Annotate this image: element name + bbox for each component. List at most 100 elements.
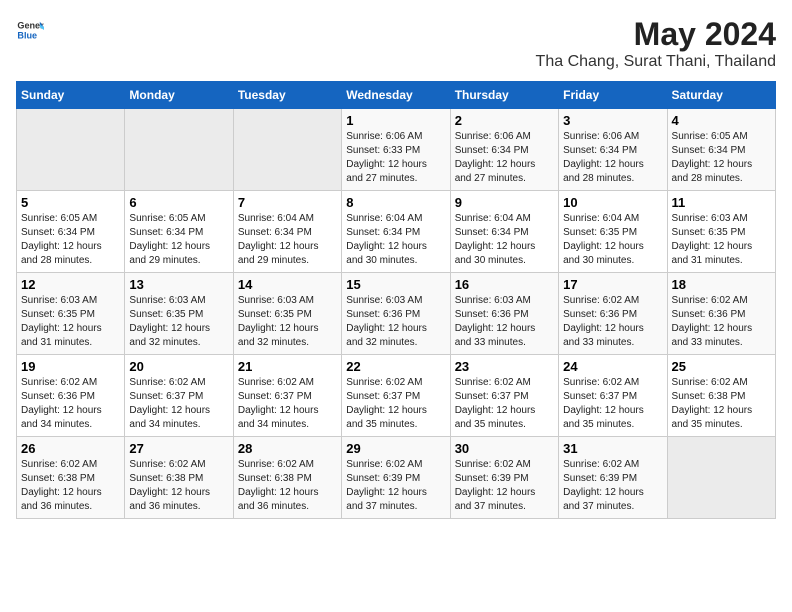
day-number: 9 — [455, 195, 554, 210]
day-cell: 28 Sunrise: 6:02 AM Sunset: 6:38 PM Dayli… — [233, 437, 341, 519]
day-header-sunday: Sunday — [17, 82, 125, 109]
title-section: May 2024 Tha Chang, Surat Thani, Thailan… — [536, 16, 776, 71]
calendar-table: SundayMondayTuesdayWednesdayThursdayFrid… — [16, 81, 776, 519]
day-number: 18 — [672, 277, 771, 292]
day-header-saturday: Saturday — [667, 82, 775, 109]
day-cell: 13 Sunrise: 6:03 AM Sunset: 6:35 PM Dayli… — [125, 273, 233, 355]
day-cell: 21 Sunrise: 6:02 AM Sunset: 6:37 PM Dayli… — [233, 355, 341, 437]
day-info: Sunrise: 6:02 AM Sunset: 6:36 PM Dayligh… — [672, 294, 771, 350]
day-cell — [667, 437, 775, 519]
day-number: 14 — [238, 277, 337, 292]
day-cell: 3 Sunrise: 6:06 AM Sunset: 6:34 PM Daylig… — [559, 109, 667, 191]
day-info: Sunrise: 6:06 AM Sunset: 6:33 PM Dayligh… — [346, 130, 445, 186]
day-number: 30 — [455, 441, 554, 456]
day-number: 31 — [563, 441, 662, 456]
day-cell: 9 Sunrise: 6:04 AM Sunset: 6:34 PM Daylig… — [450, 191, 558, 273]
subtitle: Tha Chang, Surat Thani, Thailand — [536, 53, 776, 71]
day-info: Sunrise: 6:04 AM Sunset: 6:34 PM Dayligh… — [346, 212, 445, 268]
day-cell: 12Sunrise: 6:03 AM Sunset: 6:35 PM Dayli… — [17, 273, 125, 355]
day-cell: 14 Sunrise: 6:03 AM Sunset: 6:35 PM Dayli… — [233, 273, 341, 355]
day-info: Sunrise: 6:06 AM Sunset: 6:34 PM Dayligh… — [455, 130, 554, 186]
day-info: Sunrise: 6:03 AM Sunset: 6:36 PM Dayligh… — [346, 294, 445, 350]
day-header-thursday: Thursday — [450, 82, 558, 109]
day-cell: 11 Sunrise: 6:03 AM Sunset: 6:35 PM Dayli… — [667, 191, 775, 273]
day-number: 8 — [346, 195, 445, 210]
day-cell — [125, 109, 233, 191]
week-row-3: 12 Sunrise: 6:03 AM Sunset: 6:35 PM Dayli… — [17, 273, 776, 355]
day-number: 3 — [563, 113, 662, 128]
day-header-tuesday: Tuesday — [233, 82, 341, 109]
day-info: Sunrise: 6:05 AM Sunset: 6:34 PM Dayligh… — [129, 212, 228, 268]
day-number: 19 — [21, 359, 120, 374]
day-number: 29 — [346, 441, 445, 456]
day-cell: 10 Sunrise: 6:04 AM Sunset: 6:35 PM Dayli… — [559, 191, 667, 273]
day-info: Sunrise: 6:05 AM Sunset: 6:34 PM Dayligh… — [21, 212, 120, 268]
day-cell: 31 Sunrise: 6:02 AM Sunset: 6:39 PM Dayli… — [559, 437, 667, 519]
day-info: Sunrise: 6:02 AM Sunset: 6:36 PM Dayligh… — [563, 294, 662, 350]
day-header-wednesday: Wednesday — [342, 82, 450, 109]
day-number: 6 — [129, 195, 228, 210]
day-number: 24 — [563, 359, 662, 374]
week-row-5: 26 Sunrise: 6:02 AM Sunset: 6:38 PM Dayli… — [17, 437, 776, 519]
day-cell — [17, 109, 125, 191]
header: General Blue May 2024 Tha Chang, Surat T… — [16, 16, 776, 71]
day-info: Sunrise: 6:02 AM Sunset: 6:36 PM Dayligh… — [21, 376, 120, 432]
day-cell: 18 Sunrise: 6:02 AM Sunset: 6:36 PM Dayli… — [667, 273, 775, 355]
day-cell: 25Sunrise: 6:02 AM Sunset: 6:38 PM Dayli… — [667, 355, 775, 437]
day-number: 15 — [346, 277, 445, 292]
day-cell: 4Sunrise: 6:05 AM Sunset: 6:34 PM Daylig… — [667, 109, 775, 191]
day-number: 2 — [455, 113, 554, 128]
day-number: 11 — [672, 195, 771, 210]
day-number: 13 — [129, 277, 228, 292]
day-info: Sunrise: 6:06 AM Sunset: 6:34 PM Dayligh… — [563, 130, 662, 186]
day-cell: 1 Sunrise: 6:06 AM Sunset: 6:33 PM Daylig… — [342, 109, 450, 191]
day-cell: 16 Sunrise: 6:03 AM Sunset: 6:36 PM Dayli… — [450, 273, 558, 355]
day-cell — [233, 109, 341, 191]
day-number: 25 — [672, 359, 771, 374]
day-number: 1 — [346, 113, 445, 128]
day-info: Sunrise: 6:04 AM Sunset: 6:35 PM Dayligh… — [563, 212, 662, 268]
day-number: 16 — [455, 277, 554, 292]
day-number: 17 — [563, 277, 662, 292]
day-cell: 7Sunrise: 6:04 AM Sunset: 6:34 PM Daylig… — [233, 191, 341, 273]
logo-icon: General Blue — [16, 16, 44, 44]
day-number: 21 — [238, 359, 337, 374]
day-info: Sunrise: 6:02 AM Sunset: 6:39 PM Dayligh… — [346, 458, 445, 514]
day-info: Sunrise: 6:02 AM Sunset: 6:37 PM Dayligh… — [238, 376, 337, 432]
day-info: Sunrise: 6:02 AM Sunset: 6:39 PM Dayligh… — [455, 458, 554, 514]
day-cell: 24 Sunrise: 6:02 AM Sunset: 6:37 PM Dayli… — [559, 355, 667, 437]
day-number: 12 — [21, 277, 120, 292]
day-number: 10 — [563, 195, 662, 210]
day-cell: 15 Sunrise: 6:03 AM Sunset: 6:36 PM Dayli… — [342, 273, 450, 355]
day-info: Sunrise: 6:04 AM Sunset: 6:34 PM Dayligh… — [455, 212, 554, 268]
day-cell: 23Sunrise: 6:02 AM Sunset: 6:37 PM Dayli… — [450, 355, 558, 437]
day-number: 22 — [346, 359, 445, 374]
day-cell: 8 Sunrise: 6:04 AM Sunset: 6:34 PM Daylig… — [342, 191, 450, 273]
svg-text:Blue: Blue — [17, 30, 37, 40]
day-info: Sunrise: 6:03 AM Sunset: 6:35 PM Dayligh… — [238, 294, 337, 350]
day-number: 28 — [238, 441, 337, 456]
day-cell: 2 Sunrise: 6:06 AM Sunset: 6:34 PM Daylig… — [450, 109, 558, 191]
day-cell: 22 Sunrise: 6:02 AM Sunset: 6:37 PM Dayli… — [342, 355, 450, 437]
week-row-2: 5Sunrise: 6:05 AM Sunset: 6:34 PM Daylig… — [17, 191, 776, 273]
days-header-row: SundayMondayTuesdayWednesdayThursdayFrid… — [17, 82, 776, 109]
day-info: Sunrise: 6:02 AM Sunset: 6:39 PM Dayligh… — [563, 458, 662, 514]
day-number: 26 — [21, 441, 120, 456]
day-info: Sunrise: 6:02 AM Sunset: 6:37 PM Dayligh… — [563, 376, 662, 432]
day-info: Sunrise: 6:02 AM Sunset: 6:38 PM Dayligh… — [238, 458, 337, 514]
day-info: Sunrise: 6:02 AM Sunset: 6:37 PM Dayligh… — [346, 376, 445, 432]
day-cell: 6 Sunrise: 6:05 AM Sunset: 6:34 PM Daylig… — [125, 191, 233, 273]
day-info: Sunrise: 6:03 AM Sunset: 6:35 PM Dayligh… — [129, 294, 228, 350]
day-info: Sunrise: 6:03 AM Sunset: 6:36 PM Dayligh… — [455, 294, 554, 350]
day-number: 4 — [672, 113, 771, 128]
day-cell: 27Sunrise: 6:02 AM Sunset: 6:38 PM Dayli… — [125, 437, 233, 519]
day-number: 20 — [129, 359, 228, 374]
day-cell: 17 Sunrise: 6:02 AM Sunset: 6:36 PM Dayli… — [559, 273, 667, 355]
day-cell: 29 Sunrise: 6:02 AM Sunset: 6:39 PM Dayli… — [342, 437, 450, 519]
day-info: Sunrise: 6:04 AM Sunset: 6:34 PM Dayligh… — [238, 212, 337, 268]
day-cell: 19 Sunrise: 6:02 AM Sunset: 6:36 PM Dayli… — [17, 355, 125, 437]
day-info: Sunrise: 6:02 AM Sunset: 6:37 PM Dayligh… — [455, 376, 554, 432]
day-header-friday: Friday — [559, 82, 667, 109]
day-info: Sunrise: 6:03 AM Sunset: 6:35 PM Dayligh… — [672, 212, 771, 268]
day-header-monday: Monday — [125, 82, 233, 109]
